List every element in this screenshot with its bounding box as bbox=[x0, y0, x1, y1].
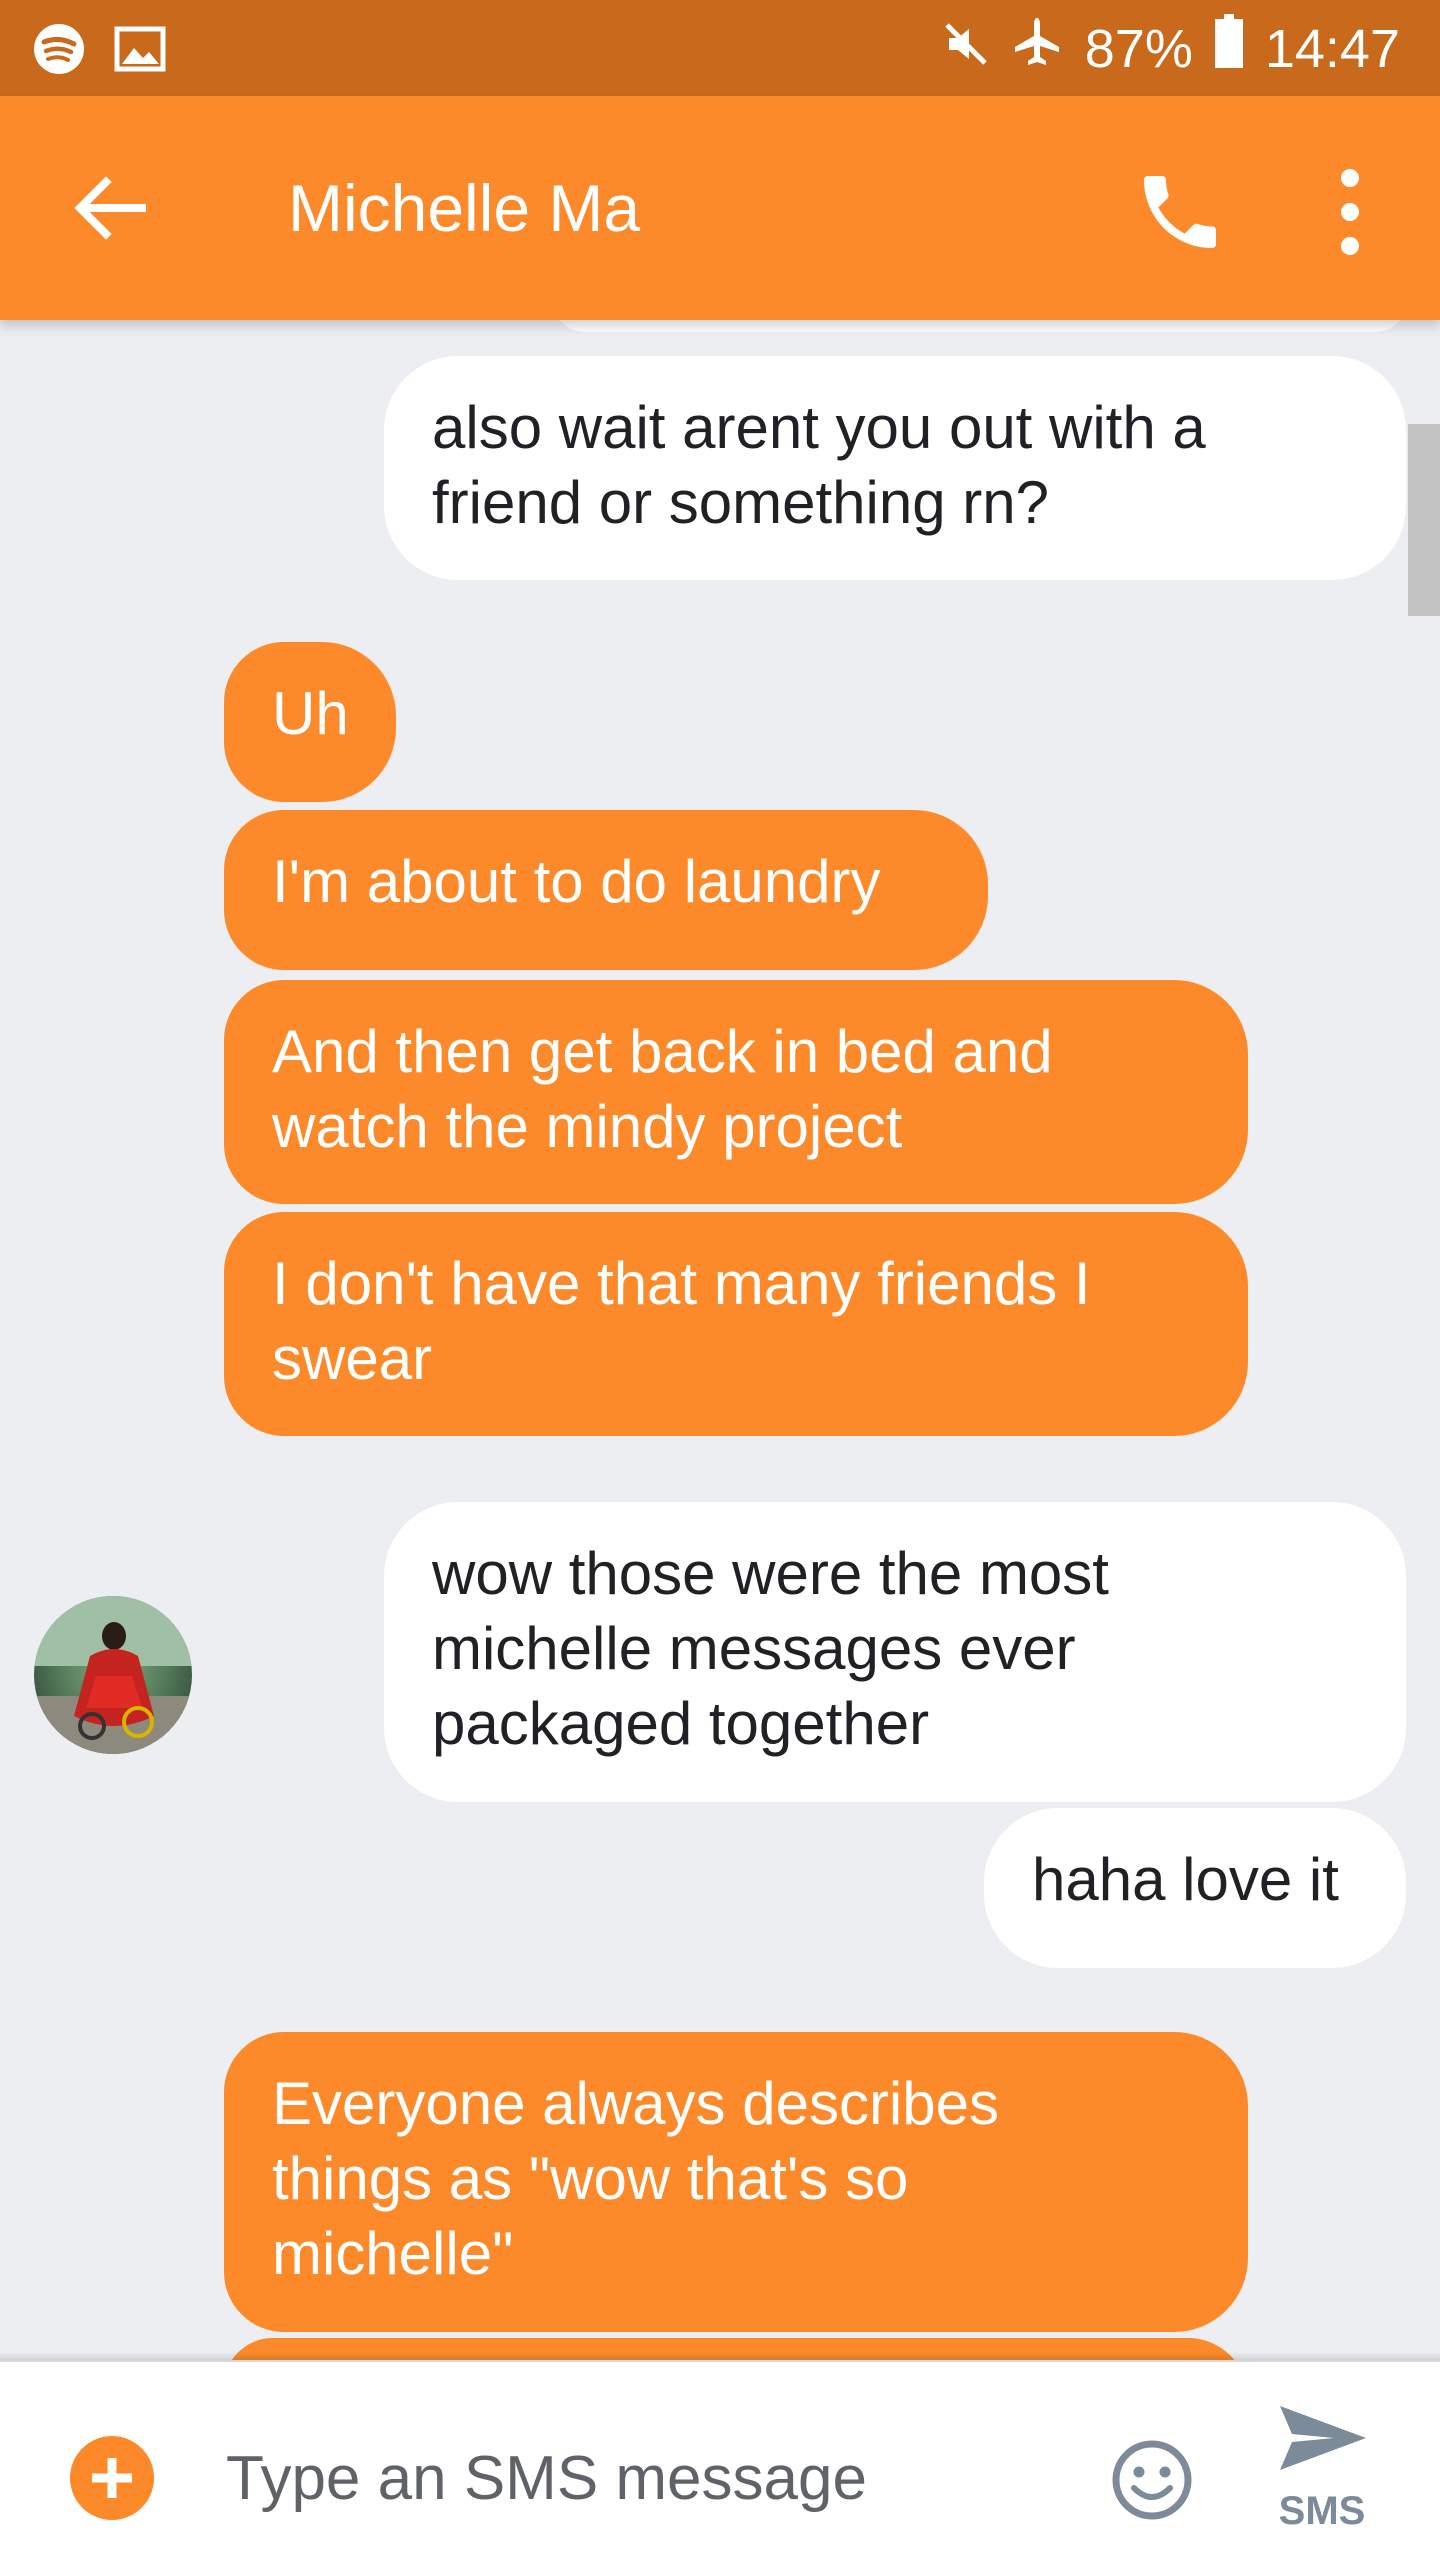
add-icon bbox=[92, 2458, 132, 2498]
emoji-icon bbox=[1112, 2440, 1192, 2520]
app-bar: Michelle Ma bbox=[0, 96, 1440, 320]
conversation-title: Michelle Ma bbox=[288, 171, 641, 245]
back-arrow-icon bbox=[74, 176, 146, 240]
emoji-button[interactable] bbox=[1108, 2436, 1196, 2524]
message-bubble-incoming[interactable]: And then get back in bed and watch the m… bbox=[224, 980, 1248, 1204]
message-bubble-incoming[interactable]: I'm about to do laundry bbox=[224, 810, 988, 970]
status-bar: 87% 14:47 bbox=[0, 0, 1440, 96]
message-bubble-outgoing bbox=[550, 320, 1410, 332]
scrollbar[interactable] bbox=[1408, 424, 1440, 616]
message-bubble-incoming[interactable]: Everyone always describes things as "wow… bbox=[224, 2032, 1248, 2332]
send-icon bbox=[1280, 2406, 1366, 2470]
battery-icon bbox=[1214, 14, 1243, 84]
message-bubble-incoming[interactable]: I don't have that many friends I swear bbox=[224, 1212, 1248, 1436]
message-input[interactable] bbox=[224, 2422, 1048, 2534]
message-bubble-incoming[interactable]: Uh bbox=[224, 642, 396, 802]
more-vert-icon bbox=[1341, 169, 1359, 255]
send-button[interactable]: SMS bbox=[1262, 2400, 1382, 2550]
message-bubble-outgoing[interactable]: haha love it bbox=[984, 1808, 1406, 1968]
call-button[interactable] bbox=[1132, 164, 1228, 260]
clock: 14:47 bbox=[1264, 19, 1400, 79]
airplane-icon bbox=[1011, 15, 1063, 83]
more-options-button[interactable] bbox=[1326, 160, 1374, 264]
back-button[interactable] bbox=[62, 160, 158, 256]
message-list[interactable]: also wait arent you out with a friend or… bbox=[0, 320, 1440, 2360]
compose-bar: SMS bbox=[0, 2360, 1440, 2562]
spotify-icon bbox=[32, 22, 86, 81]
battery-text: 87% bbox=[1084, 19, 1193, 79]
add-attachment-button[interactable] bbox=[70, 2436, 154, 2520]
send-label: SMS bbox=[1278, 2489, 1366, 2533]
phone-icon bbox=[1144, 176, 1216, 248]
contact-avatar[interactable] bbox=[34, 1596, 192, 1754]
image-icon bbox=[114, 26, 166, 77]
avatar-photo-icon bbox=[34, 1596, 192, 1754]
message-bubble-outgoing[interactable]: also wait arent you out with a friend or… bbox=[384, 356, 1406, 580]
mute-icon bbox=[943, 15, 989, 83]
compose-divider bbox=[0, 2352, 1440, 2360]
message-bubble-outgoing[interactable]: wow those were the most michelle message… bbox=[384, 1502, 1406, 1802]
